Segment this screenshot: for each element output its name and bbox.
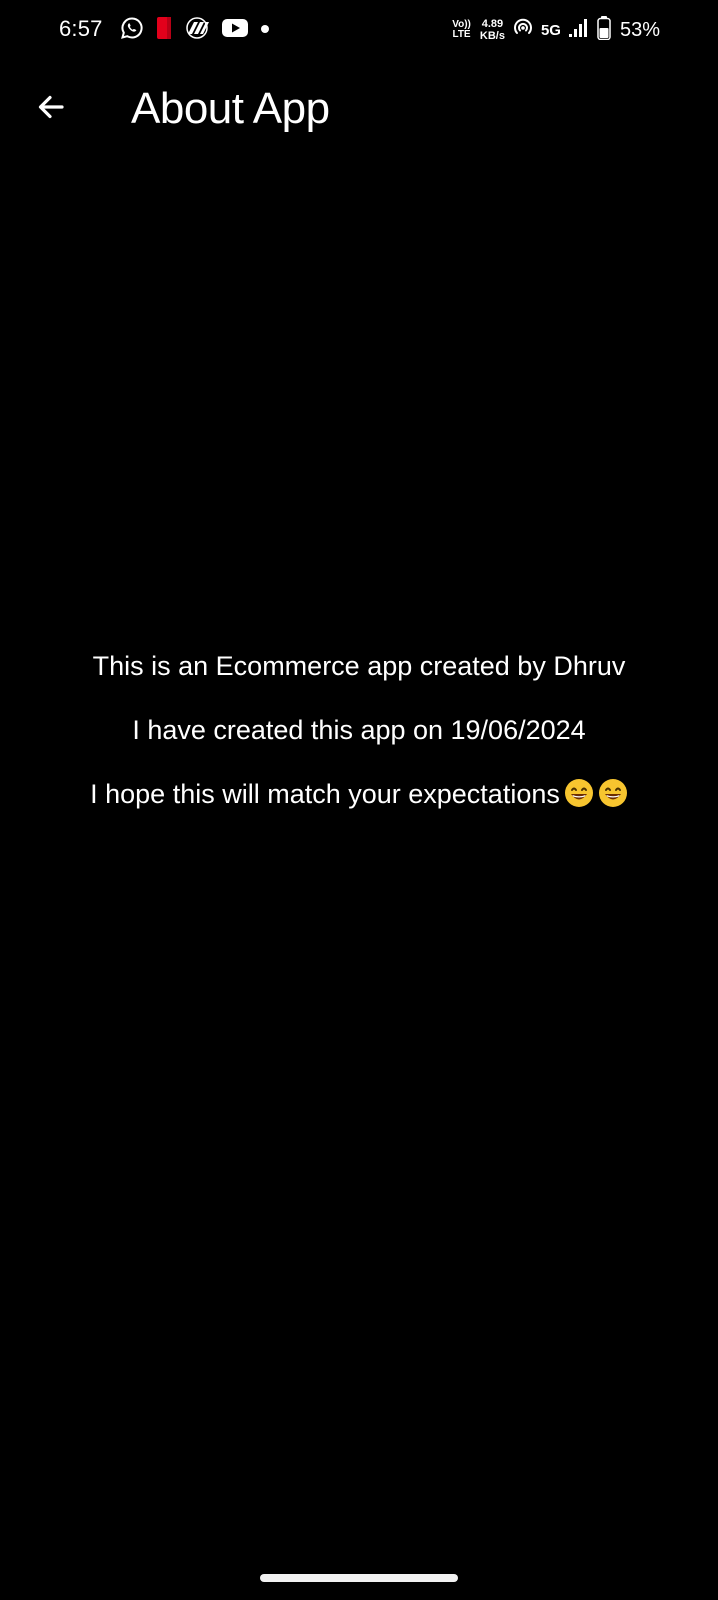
volte-indicator: Vo)) LTE — [452, 20, 471, 40]
network-type: 5G — [540, 21, 561, 39]
volte-bottom-label: LTE — [452, 29, 471, 40]
grinning-face-emoji-1 — [564, 779, 593, 807]
status-bar: 6:57 Vo)) LTE 4.89 KB/s 5G 53% — [0, 0, 718, 60]
back-button[interactable] — [28, 86, 74, 132]
about-app-screen: 6:57 Vo)) LTE 4.89 KB/s 5G 53% About App… — [0, 0, 718, 1600]
signal-icon — [568, 17, 590, 44]
network-speed-unit: KB/s — [479, 30, 505, 42]
notification-dot-icon — [260, 21, 270, 39]
battery-icon — [597, 15, 611, 45]
about-line-expectations-text: I hope this will match your expectations — [90, 779, 560, 809]
status-system-icons: Vo)) LTE 4.89 KB/s 5G 53% — [452, 14, 660, 46]
about-content: This is an Ecommerce app created by Dhru… — [0, 650, 718, 810]
arrow-left-icon — [35, 91, 67, 128]
battery-percent: 53% — [619, 18, 660, 41]
page-title: About App — [131, 84, 330, 133]
youtube-icon — [222, 18, 248, 43]
about-line-creator: This is an Ecommerce app created by Dhru… — [92, 651, 626, 681]
hotspot-icon — [512, 17, 534, 44]
network-speed-value: 4.89 — [481, 18, 504, 30]
app-bar: About App — [0, 68, 718, 158]
gesture-nav-handle[interactable] — [260, 1574, 458, 1582]
status-time: 6:57 — [59, 16, 103, 41]
red-app-icon — [156, 16, 172, 45]
about-line-expectations: I hope this will match your expectations — [0, 778, 718, 810]
whatsapp-icon — [120, 16, 144, 45]
about-line-date: I have created this app on 19/06/2024 — [132, 715, 586, 745]
link-app-icon — [184, 16, 210, 45]
grinning-face-emoji-2 — [598, 779, 627, 807]
network-speed: 4.89 KB/s — [480, 18, 505, 42]
status-notification-icons — [120, 16, 270, 45]
